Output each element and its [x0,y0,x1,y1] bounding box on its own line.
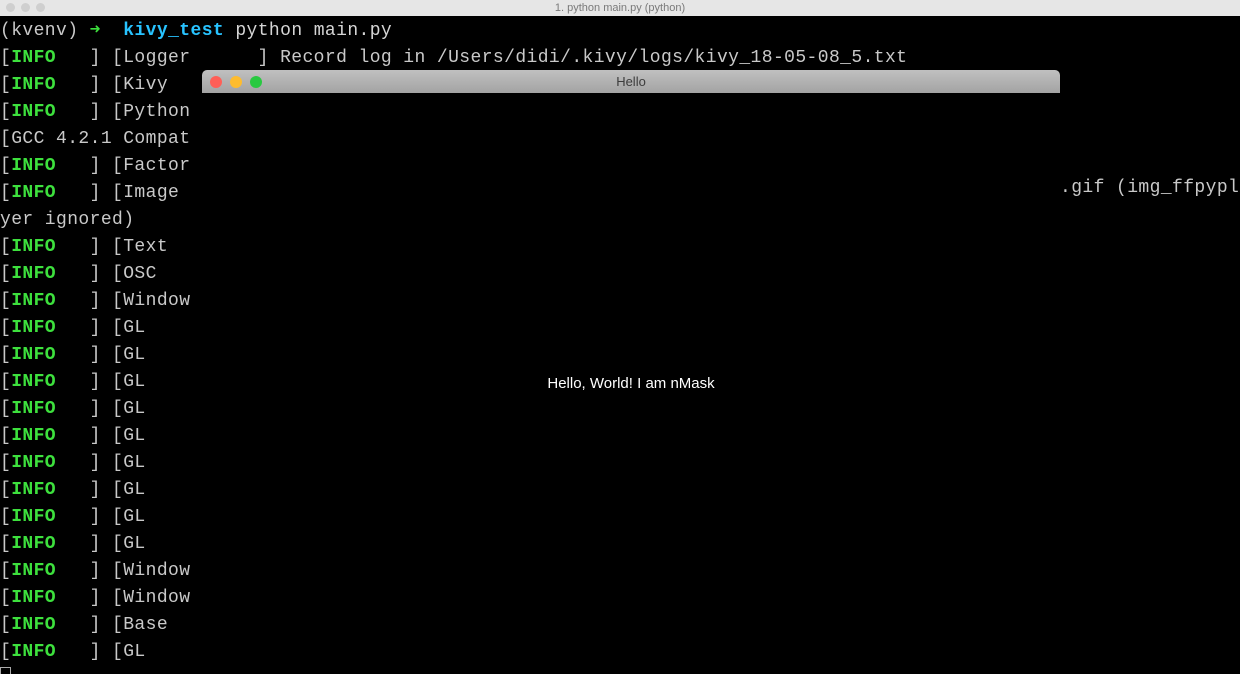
kivy-window-body: Hello, World! I am nMask [202,93,1060,674]
log-tag: [GL [112,426,146,446]
log-tag: [OSC [112,264,157,284]
log-level: INFO [11,372,56,392]
log-level: INFO [11,264,56,284]
log-level: INFO [11,480,56,500]
kivy-traffic-lights [210,76,262,88]
log-level: INFO [11,561,56,581]
venv-name: (kvenv) [0,21,78,41]
log-tag: [GL [112,507,146,527]
outer-window-titlebar: 1. python main.py (python) [0,0,1240,16]
log-level: INFO [11,615,56,635]
outer-min-dot[interactable] [21,3,30,12]
log-level: INFO [11,345,56,365]
log-tag: [Window [112,561,190,581]
kivy-app-window[interactable]: Hello Hello, World! I am nMask [202,70,1060,674]
prompt-dir: kivy_test [123,21,224,41]
kivy-label: Hello, World! I am nMask [547,375,714,392]
log-level: INFO [11,507,56,527]
log-level: INFO [11,453,56,473]
log-tag: [GL [112,345,146,365]
terminal-cursor [0,667,11,674]
log-level: INFO [11,588,56,608]
log-level: INFO [11,48,56,68]
outer-max-dot[interactable] [36,3,45,12]
log-tag: [Text [112,237,168,257]
right-fragment-text: .gif (img_ffpypl [1060,178,1239,198]
log-tag: [GL [112,318,146,338]
prompt-command: python main.py [235,21,392,41]
outer-window-title: 1. python main.py (python) [555,2,685,14]
close-icon[interactable] [210,76,222,88]
log-tag: Logger [123,48,190,68]
log-tag: [Base [112,615,168,635]
log-level: INFO [11,102,56,122]
prompt-line: (kvenv) ➜ kivy_test python main.py [0,18,1240,45]
log-level: INFO [11,237,56,257]
log-level: INFO [11,426,56,446]
outer-close-dot[interactable] [6,3,15,12]
log-level: INFO [11,75,56,95]
log-tag: [Python [112,102,190,122]
log-tag: [Image [112,183,179,203]
log-tag: [Window [112,588,190,608]
log-line: [INFO ] [Logger ] Record log in /Users/d… [0,45,1240,72]
minimize-icon[interactable] [230,76,242,88]
outer-traffic-lights [6,3,45,12]
log-tag: [GL [112,642,146,662]
prompt-arrow: ➜ [90,21,101,41]
log-tag: [GL [112,453,146,473]
kivy-window-title: Hello [202,74,1060,89]
log-tag: [GL [112,480,146,500]
log-level: INFO [11,318,56,338]
log-level: INFO [11,534,56,554]
log-tag: [GL [112,372,146,392]
kivy-titlebar[interactable]: Hello [202,70,1060,93]
log-level: INFO [11,399,56,419]
maximize-icon[interactable] [250,76,262,88]
log-tag: [Kivy [112,75,168,95]
log-tag: [Factor [112,156,190,176]
log-tag: [GL [112,399,146,419]
log-msg: Record log in /Users/didi/.kivy/logs/kiv… [280,48,907,68]
log-tag: [GL [112,534,146,554]
log-tag: [Window [112,291,190,311]
log-level: INFO [11,291,56,311]
log-level: INFO [11,642,56,662]
log-level: INFO [11,183,56,203]
log-level: INFO [11,156,56,176]
